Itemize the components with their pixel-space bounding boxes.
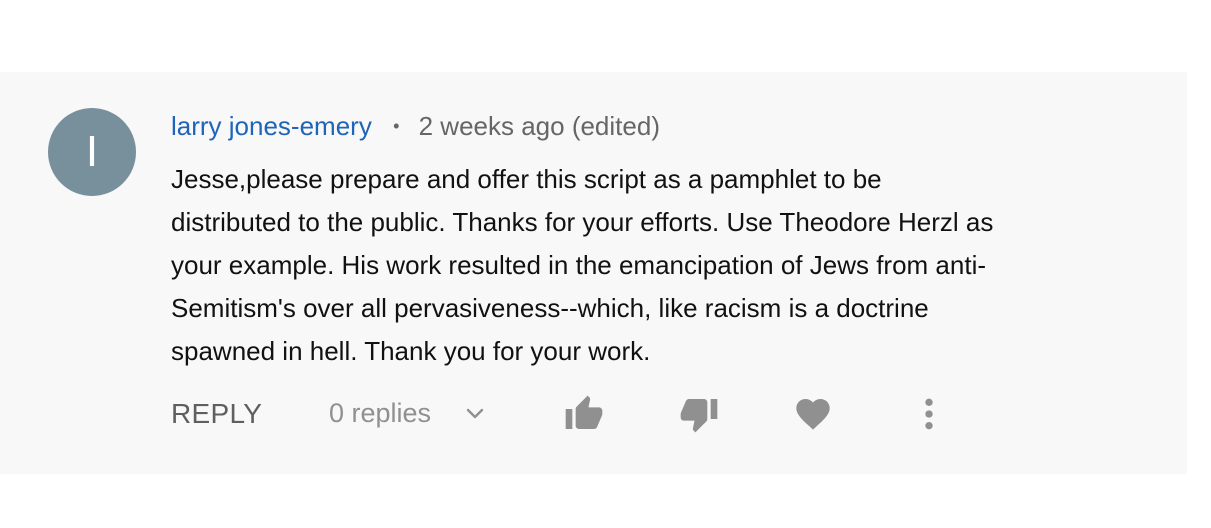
more-vert-icon[interactable] [909, 394, 949, 434]
replies-toggle[interactable]: 0 replies [329, 398, 431, 429]
comment-card: I larry jones-emery • 2 weeks ago (edite… [0, 72, 1187, 474]
comment-actions: REPLY 0 replies [171, 388, 971, 444]
comment-line: your example. His work resulted in the e… [171, 250, 987, 280]
comment-text: Jesse,please prepare and offer this scri… [171, 158, 1111, 373]
comment-line: Jesse,please prepare and offer this scri… [171, 164, 882, 194]
meta-separator: • [393, 116, 400, 136]
comment-line: spawned in hell. Thank you for your work… [171, 336, 651, 366]
chevron-down-icon[interactable] [463, 402, 487, 426]
comment-line: distributed to the public. Thanks for yo… [171, 207, 994, 237]
reply-button[interactable]: REPLY [171, 398, 262, 430]
comment-line: Semitism's over all pervasiveness--which… [171, 293, 929, 323]
heart-icon[interactable] [793, 394, 833, 434]
comment-meta: larry jones-emery • 2 weeks ago (edited) [171, 110, 660, 145]
thumbs-up-icon[interactable] [564, 394, 604, 434]
thumbs-down-icon[interactable] [679, 394, 719, 434]
author-link[interactable]: larry jones-emery [171, 111, 372, 141]
avatar[interactable]: I [48, 108, 136, 196]
timestamp[interactable]: 2 weeks ago (edited) [419, 111, 660, 141]
